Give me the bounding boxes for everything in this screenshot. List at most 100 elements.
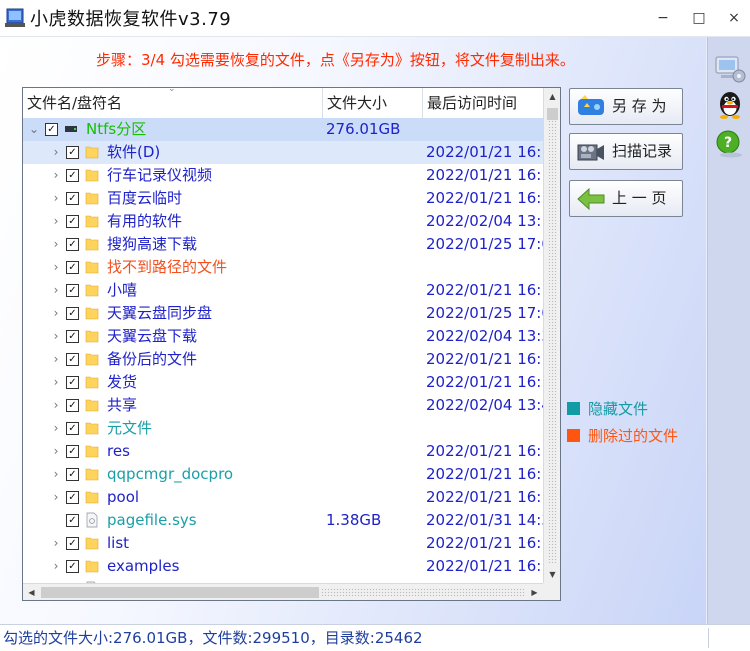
file-tree[interactable]: 文件名/盘符名 文件大小 最后访问时间 ⌄ ⌄ ✓ Ntfs分区 276.01G… — [22, 87, 561, 601]
file-name: 共享 — [107, 396, 138, 414]
scroll-up-icon[interactable]: ▲ — [544, 88, 560, 105]
vertical-scrollbar[interactable]: ▲ ▼ — [543, 88, 560, 583]
row-checkbox[interactable]: ✓ — [66, 560, 79, 573]
file-name: 百度云临时 — [107, 189, 183, 207]
chevron-right-icon[interactable]: › — [50, 164, 62, 187]
chevron-right-icon[interactable]: › — [50, 394, 62, 417]
chevron-right-icon[interactable]: › — [50, 348, 62, 371]
file-name: list — [107, 534, 130, 552]
chevron-right-icon[interactable]: › — [50, 141, 62, 164]
chevron-right-icon[interactable]: › — [50, 302, 62, 325]
folder-icon — [85, 445, 99, 458]
tree-row[interactable]: › ✓ 软件(D) 2022/01/21 16:1 — [23, 141, 543, 164]
folder-icon — [85, 537, 99, 550]
row-checkbox[interactable]: ✓ — [66, 537, 79, 550]
row-checkbox[interactable]: ✓ — [66, 422, 79, 435]
scan-log-button[interactable]: 扫描记录 — [569, 133, 683, 170]
row-checkbox[interactable]: ✓ — [66, 261, 79, 274]
row-checkbox[interactable]: ✓ — [66, 146, 79, 159]
column-time[interactable]: 最后访问时间 — [423, 88, 543, 118]
chevron-right-icon[interactable]: › — [50, 279, 62, 302]
tree-row[interactable]: › ✓ 元文件 — [23, 417, 543, 440]
tree-row[interactable]: › ✓ 天翼云盘同步盘 2022/01/25 17:0 — [23, 302, 543, 325]
vertical-scroll-track[interactable] — [548, 108, 557, 563]
chevron-right-icon[interactable]: › — [50, 371, 62, 394]
tree-row[interactable]: › ✓ qqpcmgr_docpro 2022/01/21 16:1 — [23, 463, 543, 486]
qq-penguin-icon[interactable] — [713, 87, 747, 121]
row-checkbox[interactable]: ✓ — [66, 514, 79, 527]
row-checkbox[interactable]: ✓ — [66, 169, 79, 182]
status-bar: 勾选的文件大小:276.01GB，文件数:299510，目录数:25462 — [0, 624, 750, 651]
window-title: 小虎数据恢复软件v3.79 — [30, 9, 232, 30]
scroll-down-icon[interactable]: ▼ — [544, 566, 560, 583]
tree-row[interactable]: › ✓ 天翼云盘下载 2022/02/04 13:3 — [23, 325, 543, 348]
tree-row[interactable]: ✓ pagefile.sys 1.38GB 2022/01/31 14:3 — [23, 509, 543, 532]
row-checkbox[interactable]: ✓ — [66, 491, 79, 504]
file-time: 2022/01/21 16:1 — [426, 373, 543, 391]
tree-row[interactable]: › ✓ 有用的软件 2022/02/04 13:1 — [23, 210, 543, 233]
chevron-right-icon[interactable]: › — [50, 187, 62, 210]
row-checkbox[interactable]: ✓ — [66, 399, 79, 412]
help-icon[interactable]: ? — [713, 127, 747, 161]
row-checkbox[interactable]: ✓ — [66, 192, 79, 205]
tree-row[interactable]: › ✓ res 2022/01/21 16:1 — [23, 440, 543, 463]
tree-row[interactable]: › ✓ list 2022/01/21 16:1 — [23, 532, 543, 555]
row-checkbox[interactable]: ✓ — [66, 468, 79, 481]
tree-row[interactable]: › ✓ examples 2022/01/21 16:1 — [23, 555, 543, 578]
chevron-down-icon[interactable]: ⌄ — [28, 118, 40, 141]
row-checkbox[interactable]: ✓ — [66, 238, 79, 251]
chevron-right-icon[interactable]: › — [50, 463, 62, 486]
column-size[interactable]: 文件大小 — [323, 88, 423, 118]
vertical-scroll-thumb[interactable] — [547, 108, 558, 120]
horizontal-scroll-track[interactable] — [321, 588, 525, 597]
chevron-right-icon[interactable]: › — [50, 210, 62, 233]
row-checkbox[interactable]: ✓ — [66, 376, 79, 389]
tree-row[interactable]: › ✓ 行车记录仪视频 2022/01/21 16:1 — [23, 164, 543, 187]
tree-row[interactable]: › ✓ 搜狗高速下载 2022/01/25 17:0 — [23, 233, 543, 256]
tree-row[interactable]: › ✓ 小嘻 2022/01/21 16:1 — [23, 279, 543, 302]
row-checkbox[interactable]: ✓ — [66, 284, 79, 297]
tree-row[interactable]: › ✓ 发货 2022/01/21 16:1 — [23, 371, 543, 394]
row-checkbox[interactable]: ✓ — [66, 307, 79, 320]
maximize-button[interactable]: □ — [686, 6, 712, 30]
tree-row[interactable]: › ✓ 找不到路径的文件 — [23, 256, 543, 279]
root-checkbox[interactable]: ✓ — [45, 123, 58, 136]
tree-row[interactable]: › ✓ 百度云临时 2022/01/21 16:1 — [23, 187, 543, 210]
row-checkbox[interactable]: ✓ — [66, 215, 79, 228]
file-name: examples — [107, 557, 180, 575]
scroll-right-icon[interactable]: ▶ — [526, 584, 543, 600]
folder-icon — [85, 376, 99, 389]
save-as-button[interactable]: 另 存 为 — [569, 88, 683, 125]
chevron-right-icon[interactable]: › — [50, 417, 62, 440]
horizontal-scrollbar[interactable]: ◀ ▶ — [23, 583, 543, 600]
step-instruction: 步骤：3/4 勾选需要恢复的文件，点《另存为》按钮，将文件复制出来。 — [96, 51, 575, 69]
scroll-left-icon[interactable]: ◀ — [23, 584, 40, 600]
close-button[interactable]: × — [721, 6, 747, 30]
minimize-button[interactable]: − — [650, 6, 676, 30]
file-time: 2022/01/21 16:1 — [426, 189, 543, 207]
chevron-right-icon[interactable]: › — [50, 532, 62, 555]
tree-row[interactable]: › ✓ 备份后的文件 2022/01/21 16:1 — [23, 348, 543, 371]
row-checkbox[interactable]: ✓ — [66, 330, 79, 343]
drive-icon — [65, 126, 77, 132]
save-as-label: 另 存 为 — [612, 97, 667, 115]
chevron-right-icon[interactable]: › — [50, 440, 62, 463]
tree-row[interactable]: › ✓ pool 2022/01/21 16:1 — [23, 486, 543, 509]
chevron-right-icon[interactable]: › — [50, 486, 62, 509]
tree-row[interactable]: › ✓ 共享 2022/02/04 13:4 — [23, 394, 543, 417]
chevron-right-icon[interactable]: › — [50, 555, 62, 578]
chevron-right-icon[interactable]: › — [50, 256, 62, 279]
chevron-right-icon[interactable]: › — [50, 325, 62, 348]
app-disk-icon — [5, 8, 25, 27]
folder-icon — [85, 422, 99, 435]
horizontal-scroll-thumb[interactable] — [41, 587, 319, 598]
row-checkbox[interactable]: ✓ — [66, 353, 79, 366]
chevron-right-icon[interactable]: › — [50, 233, 62, 256]
file-name: qqpcmgr_docpro — [107, 465, 234, 483]
computer-settings-icon[interactable] — [713, 51, 747, 85]
file-name: 备份后的文件 — [107, 350, 198, 368]
scan-log-label: 扫描记录 — [612, 142, 673, 160]
previous-page-button[interactable]: 上 一 页 — [569, 180, 683, 217]
tree-root-row[interactable]: ⌄ ✓ Ntfs分区 276.01GB — [23, 118, 543, 141]
row-checkbox[interactable]: ✓ — [66, 445, 79, 458]
